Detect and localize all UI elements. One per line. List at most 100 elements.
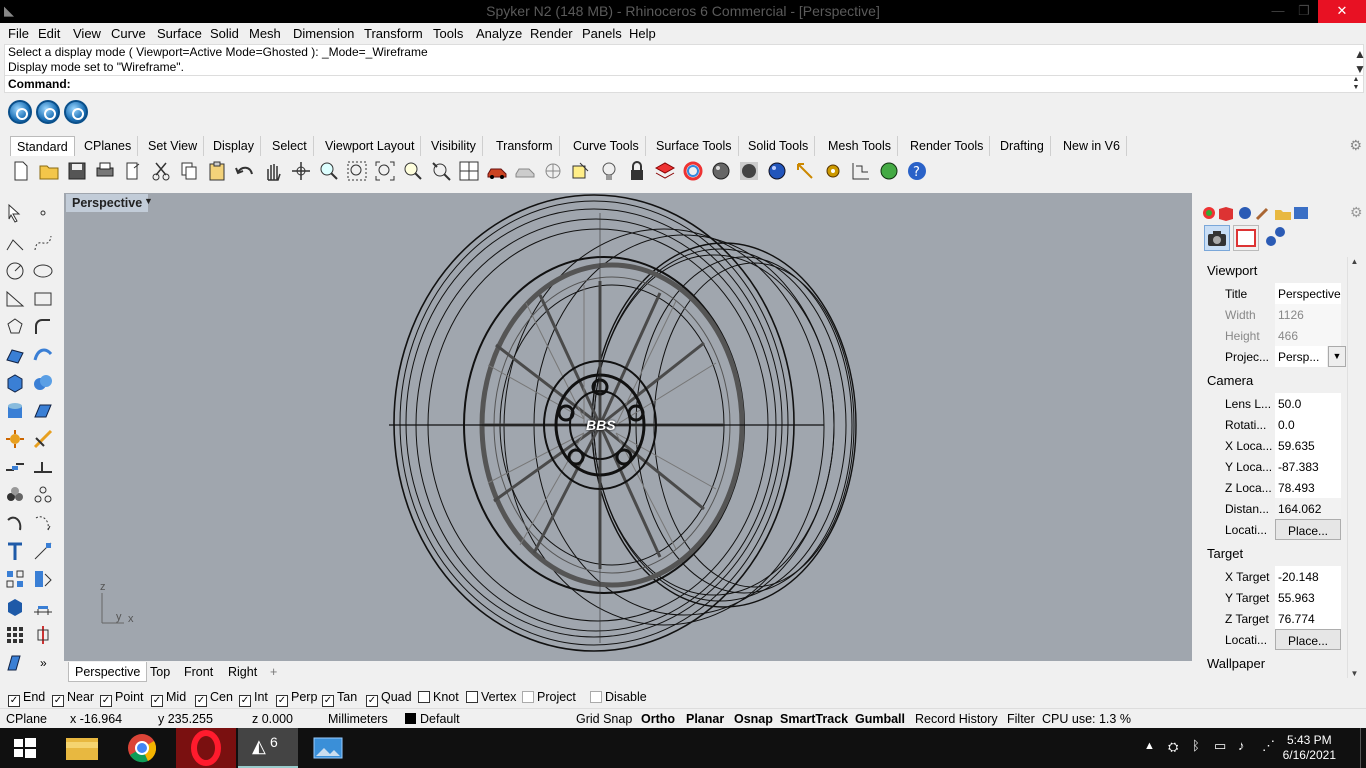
gear-icon[interactable]: ⚙ <box>1349 137 1362 154</box>
tab-render-tools[interactable]: Render Tools <box>904 136 991 156</box>
group-icon[interactable] <box>4 484 26 506</box>
checkbox-checked-icon[interactable]: ✓ <box>52 695 64 707</box>
bluetooth-icon[interactable]: ᛒ <box>1192 738 1200 753</box>
edit-icon[interactable] <box>64 100 88 124</box>
dimension-icon[interactable] <box>794 160 816 182</box>
checkbox-icon[interactable] <box>522 691 534 703</box>
checkbox-checked-icon[interactable]: ✓ <box>239 695 251 707</box>
panel-tab-icons[interactable] <box>1201 205 1311 221</box>
filter-toggle[interactable]: Filter <box>1007 712 1035 726</box>
checkbox-checked-icon[interactable]: ✓ <box>276 695 288 707</box>
grid-snap-toggle[interactable]: Grid Snap <box>576 712 632 726</box>
x-location-field[interactable]: 59.635 <box>1275 435 1341 456</box>
zoom-window-icon[interactable] <box>346 160 368 182</box>
menu-analyze[interactable]: Analyze <box>476 26 522 41</box>
fillet-curve-icon[interactable] <box>32 316 54 338</box>
dimension-tool-icon[interactable] <box>32 540 54 562</box>
menu-render[interactable]: Render <box>530 26 573 41</box>
circle-icon[interactable] <box>4 260 26 282</box>
checkbox-icon[interactable] <box>590 691 602 703</box>
osnap-perp[interactable]: ✓ Perp <box>276 690 317 707</box>
checkbox-checked-icon[interactable]: ✓ <box>322 695 334 707</box>
scroll-up-icon[interactable]: ▲ <box>1348 257 1361 266</box>
save-icon[interactable] <box>66 160 88 182</box>
menu-tools[interactable]: Tools <box>433 26 463 41</box>
print-icon[interactable] <box>94 160 116 182</box>
tab-top[interactable]: Top <box>144 662 176 682</box>
tab-curve-tools[interactable]: Curve Tools <box>567 136 646 156</box>
checkbox-checked-icon[interactable]: ✓ <box>151 695 163 707</box>
photos-icon[interactable] <box>298 728 358 768</box>
menu-solid[interactable]: Solid <box>210 26 239 41</box>
projection-select[interactable]: Persp... <box>1275 346 1327 367</box>
cylinder-icon[interactable] <box>4 400 26 422</box>
layer-icon[interactable] <box>654 160 676 182</box>
gumball-toggle[interactable]: Gumball <box>855 712 905 726</box>
scroll-down-icon[interactable]: ▼ <box>1348 669 1361 678</box>
osnap-project[interactable]: Project <box>522 690 576 704</box>
osnap-vertex[interactable]: Vertex <box>466 690 516 704</box>
ungroup-icon[interactable] <box>32 484 54 506</box>
menu-curve[interactable]: Curve <box>111 26 146 41</box>
tab-standard[interactable]: Standard <box>10 136 75 156</box>
checkbox-checked-icon[interactable]: ✓ <box>100 695 112 707</box>
zoom-selected-icon[interactable] <box>402 160 424 182</box>
clock[interactable]: 5:43 PM 6/16/2021 <box>1283 733 1336 763</box>
units-label[interactable]: Millimeters <box>328 712 388 726</box>
panel-scrollbar[interactable]: ▲ ▼ <box>1347 257 1361 678</box>
osnap-near[interactable]: ✓ Near <box>52 690 94 707</box>
arc-icon[interactable] <box>4 288 26 310</box>
maximize-button[interactable]: ❐ <box>1288 0 1320 23</box>
windows-start-icon[interactable] <box>0 728 48 768</box>
ellipse-icon[interactable] <box>32 260 54 282</box>
tab-display[interactable]: Display <box>207 136 261 156</box>
box-icon[interactable] <box>4 372 26 394</box>
boolean-union-icon[interactable] <box>32 372 54 394</box>
smarttrack-toggle[interactable]: SmartTrack <box>780 712 848 726</box>
rotation-field[interactable]: 0.0 <box>1275 414 1341 435</box>
tab-front[interactable]: Front <box>178 662 219 682</box>
copy-icon[interactable] <box>178 160 200 182</box>
checkbox-checked-icon[interactable]: ✓ <box>366 695 378 707</box>
link-icon[interactable] <box>1263 225 1289 251</box>
tab-cplanes[interactable]: CPlanes <box>78 136 139 156</box>
checkbox-icon[interactable] <box>466 691 478 703</box>
text-icon[interactable] <box>4 540 26 562</box>
file-explorer-icon[interactable] <box>52 728 112 768</box>
checkbox-icon[interactable] <box>418 691 430 703</box>
tab-surface-tools[interactable]: Surface Tools <box>650 136 739 156</box>
zoom-dynamic-icon[interactable] <box>430 160 452 182</box>
named-view-icon[interactable] <box>514 160 536 182</box>
menu-view[interactable]: View <box>73 26 101 41</box>
select-object-icon[interactable] <box>570 160 592 182</box>
osnap-point[interactable]: ✓ Point <box>100 690 144 707</box>
viewport-perspective[interactable]: Perspective ▼ BBS z y x <box>64 193 1192 661</box>
grid-array-icon[interactable] <box>4 624 26 646</box>
array-icon[interactable] <box>4 568 26 590</box>
y-location-field[interactable]: -87.383 <box>1275 456 1341 477</box>
wifi-icon[interactable]: ⋰ <box>1262 738 1275 754</box>
pan-hand-icon[interactable] <box>262 160 284 182</box>
close-button[interactable]: ✕ <box>1318 0 1366 23</box>
rhino-taskbar-button[interactable]: ◭ 6 <box>238 728 298 768</box>
drafting-icon[interactable] <box>4 652 26 674</box>
menu-file[interactable]: File <box>8 26 29 41</box>
polyline-icon[interactable] <box>4 232 26 254</box>
cplane-icon[interactable] <box>542 160 564 182</box>
title-field[interactable]: Perspective <box>1275 283 1341 304</box>
history-scroll[interactable]: ▲ ▼ <box>1351 47 1366 76</box>
menu-surface[interactable]: Surface <box>157 26 202 41</box>
volume-icon[interactable]: ♪ <box>1238 738 1245 753</box>
measure-icon[interactable] <box>32 596 54 618</box>
rotate-icon[interactable] <box>4 512 26 534</box>
panel-gear-icon[interactable]: ⚙ <box>1350 204 1363 221</box>
layer-indicator[interactable]: Default <box>405 712 460 726</box>
rectangle-icon[interactable] <box>32 288 54 310</box>
split-icon[interactable] <box>4 456 26 478</box>
ortho-toggle[interactable]: Ortho <box>641 712 675 726</box>
z-location-field[interactable]: 78.493 <box>1275 477 1341 498</box>
mesh-icon[interactable] <box>32 400 54 422</box>
tab-set-view[interactable]: Set View <box>142 136 205 156</box>
y-target-field[interactable]: 55.963 <box>1275 587 1341 608</box>
tab-select[interactable]: Select <box>266 136 314 156</box>
